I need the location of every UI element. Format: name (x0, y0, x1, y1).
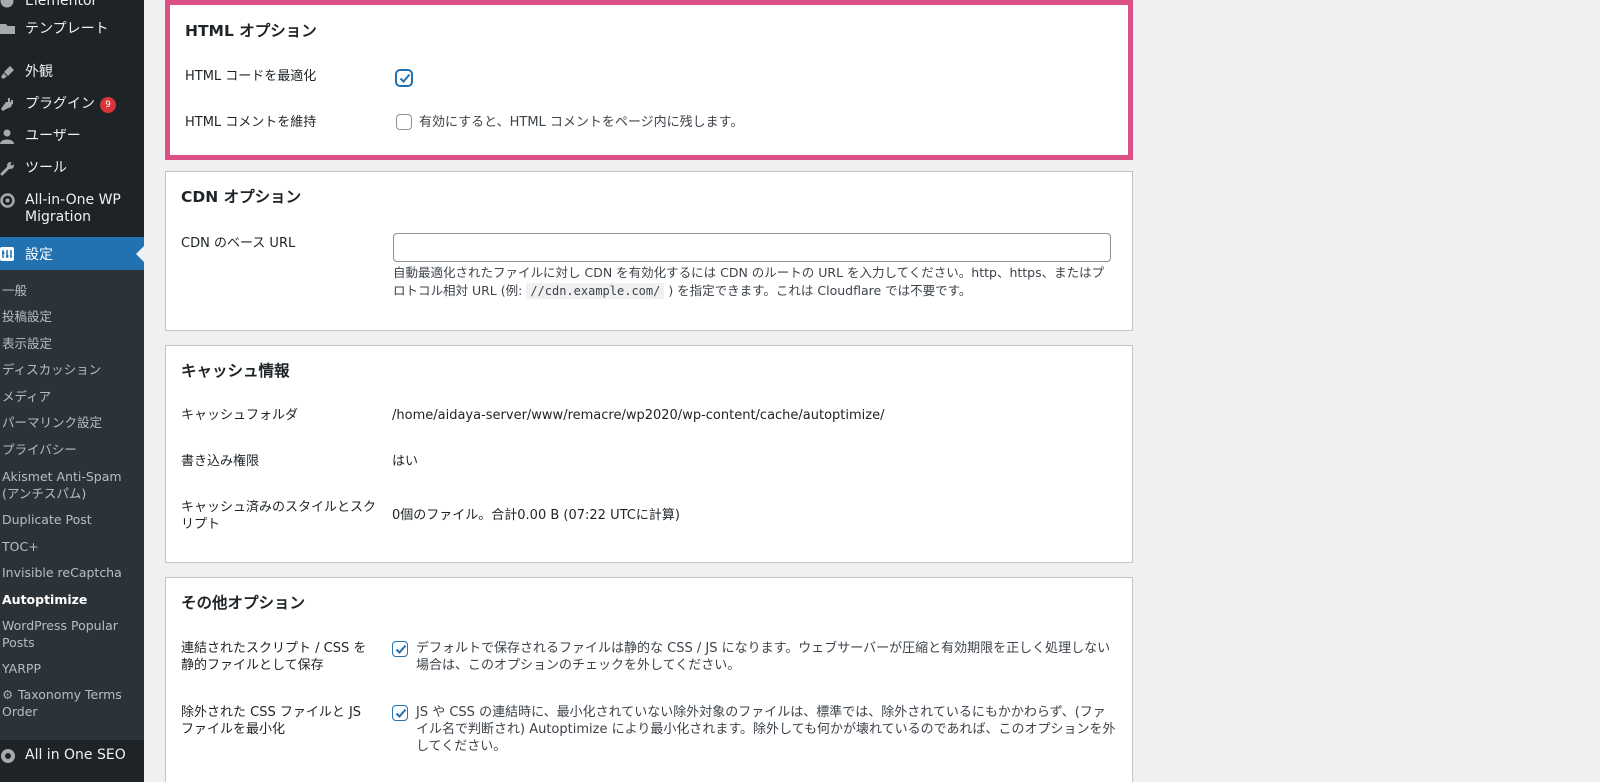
cdn-help-text: 自動最適化されたファイルに対し CDN を有効化するには CDN のルートの U… (393, 264, 1113, 300)
plugin-icon (0, 96, 25, 112)
cache-writable-value: はい (392, 454, 419, 469)
sidebar-item-label: 外観 (25, 64, 53, 80)
cache-folder-label: キャッシュフォルダ (181, 408, 299, 423)
checkmark-icon (399, 73, 411, 83)
submenu-item-permalinks[interactable]: パーマリンク設定 (2, 414, 142, 431)
submenu-item-akismet[interactable]: Akismet Anti-Spam (アンチスパム) (2, 468, 142, 502)
cdn-help-after: ) を指定できます。これは Cloudflare では不要です。 (664, 283, 972, 298)
paintbrush-icon (0, 64, 25, 80)
html-keep-comments-label: HTML コメントを維持 (185, 115, 317, 130)
wrench-icon (0, 160, 25, 176)
submenu-item-duplicate-post[interactable]: Duplicate Post (2, 511, 142, 528)
cache-cached-files-label: キャッシュ済みのスタイルとスクリプト (181, 500, 377, 532)
migration-icon (0, 192, 25, 208)
elementor-icon (0, 0, 25, 8)
sidebar-item-label: Elementor (25, 0, 98, 9)
html-minify-label: HTML コードを最適化 (185, 69, 317, 84)
sidebar-item-appearance[interactable]: 外観 (0, 64, 144, 81)
submenu-item-general[interactable]: 一般 (2, 282, 142, 299)
misc-options-card: その他オプション 連結されたスクリプト / CSS を静的ファイルとして保存 デ… (165, 577, 1133, 782)
cdn-help-code: //cdn.example.com/ (526, 283, 665, 299)
settings-submenu: 一般 投稿設定 表示設定 ディスカッション メディア パーマリンク設定 プライバ… (0, 270, 144, 740)
sidebar-item-users[interactable]: ユーザー (0, 128, 144, 145)
sidebar-item-label: プラグイン (25, 96, 95, 112)
minify-excluded-desc: JS や CSS の連結時に、最小化されていない除外対象のファイルは、標準では、… (416, 705, 1116, 754)
submenu-item-media[interactable]: メディア (2, 388, 142, 405)
cache-info-title: キャッシュ情報 (181, 362, 290, 380)
cdn-options-title: CDN オプション (181, 188, 302, 206)
submenu-item-reading[interactable]: 表示設定 (2, 335, 142, 352)
sidebar-item-label: テンプレート (25, 21, 109, 37)
submenu-item-invisible-recaptcha[interactable]: Invisible reCaptcha (2, 564, 142, 581)
sidebar-item-label: ツール (25, 160, 67, 176)
sidebar-item-label: All in One SEO (25, 747, 126, 763)
cache-writable-label: 書き込み権限 (181, 454, 260, 469)
cache-info-card: キャッシュ情報 キャッシュフォルダ /home/aidaya-server/ww… (165, 345, 1133, 563)
minify-excluded-checkbox[interactable] (392, 705, 408, 721)
sidebar-item-settings[interactable]: 設定 (0, 237, 144, 270)
html-options-title: HTML オプション (185, 22, 317, 40)
cdn-base-url-input[interactable] (393, 233, 1111, 262)
sidebar-item-plugins[interactable]: プラグイン 9 (0, 96, 144, 113)
sidebar-item-all-in-one-seo[interactable]: All in One SEO (0, 740, 144, 782)
static-files-checkbox[interactable] (392, 641, 408, 657)
checkmark-icon (395, 708, 407, 718)
sidebar-item-templates[interactable]: テンプレート (0, 21, 144, 38)
user-icon (0, 128, 25, 144)
html-minify-checkbox[interactable] (396, 70, 412, 86)
submenu-item-label: Taxonomy Terms Order (2, 687, 122, 719)
sidebar-item-label: All-in-One WP Migration (25, 192, 121, 225)
sidebar-item-elementor[interactable]: Elementor (0, 0, 144, 10)
gear-icon: ⚙ (2, 687, 14, 702)
static-files-desc: デフォルトで保存されるファイルは静的な CSS / JS になります。ウェブサー… (416, 641, 1111, 673)
sidebar-item-migration[interactable]: All-in-One WP Migration (0, 192, 144, 226)
plugin-update-badge: 9 (100, 97, 116, 113)
checkmark-icon (395, 644, 407, 654)
html-options-card: HTML オプション HTML コードを最適化 HTML コメントを維持 有効に… (165, 0, 1133, 160)
folder-icon (0, 21, 25, 35)
submenu-item-discussion[interactable]: ディスカッション (2, 361, 142, 378)
html-keep-comments-desc: 有効にすると、HTML コメントをページ内に残します。 (419, 115, 744, 130)
submenu-item-writing[interactable]: 投稿設定 (2, 308, 142, 325)
submenu-item-privacy[interactable]: プライバシー (2, 441, 142, 458)
submenu-item-taxonomy-terms-order[interactable]: ⚙ Taxonomy Terms Order (2, 686, 142, 720)
cache-cached-files-value: 0個のファイル。合計0.00 B (07:22 UTCに計算) (392, 508, 680, 523)
html-keep-comments-checkbox[interactable] (396, 114, 412, 130)
static-files-label: 連結されたスクリプト / CSS を静的ファイルとして保存 (181, 641, 367, 673)
admin-sidebar: Elementor テンプレート 外観 プラグイン 9 ユーザー ツール All… (0, 0, 144, 782)
settings-icon (0, 246, 25, 261)
cdn-options-card: CDN オプション CDN のベース URL 自動最適化されたファイルに対し C… (165, 171, 1133, 331)
cache-folder-value: /home/aidaya-server/www/remacre/wp2020/w… (392, 408, 885, 423)
sidebar-item-label: 設定 (25, 246, 53, 263)
misc-options-title: その他オプション (181, 594, 306, 612)
aioseo-icon (0, 747, 25, 764)
submenu-item-yarpp[interactable]: YARPP (2, 660, 142, 677)
sidebar-item-label: ユーザー (25, 128, 81, 144)
submenu-item-wordpress-popular-posts[interactable]: WordPress Popular Posts (2, 617, 142, 651)
minify-excluded-label: 除外された CSS ファイルと JS ファイルを最小化 (181, 705, 362, 737)
sidebar-item-tools[interactable]: ツール (0, 160, 144, 177)
submenu-item-autoptimize[interactable]: Autoptimize (2, 591, 142, 608)
submenu-item-toc[interactable]: TOC+ (2, 538, 142, 555)
cdn-base-url-label: CDN のベース URL (181, 236, 296, 251)
